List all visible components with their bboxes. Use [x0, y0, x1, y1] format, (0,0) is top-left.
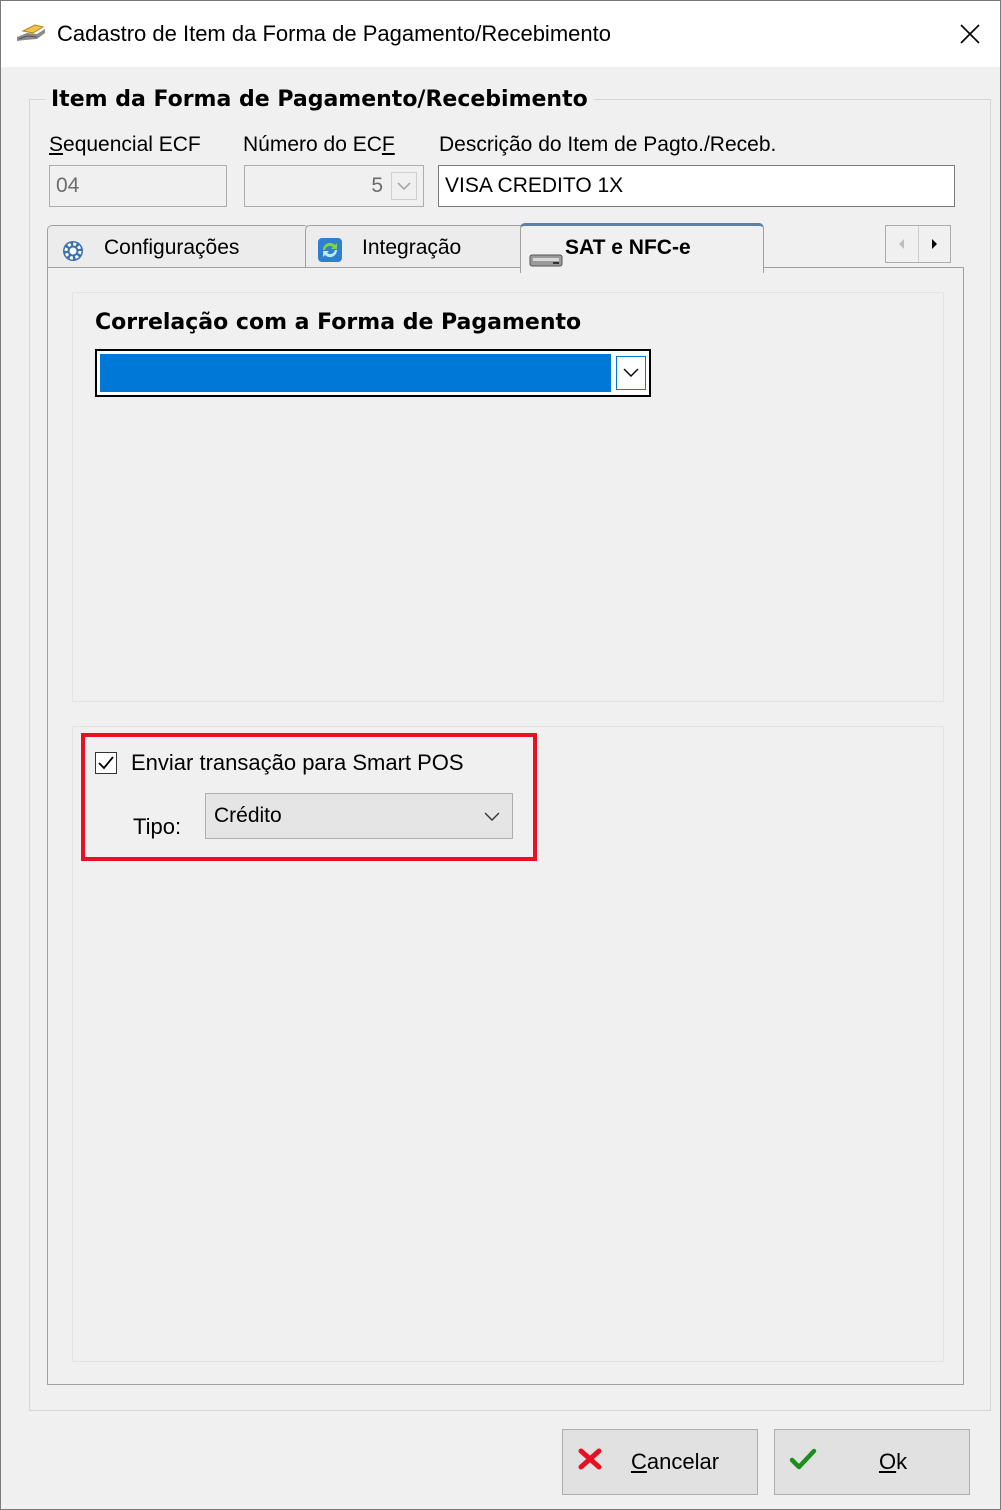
chevron-down-icon[interactable] [616, 356, 646, 390]
group-title: Item da Forma de Pagamento/Recebimento [45, 85, 594, 115]
dialog-window: Cadastro de Item da Forma de Pagamento/R… [0, 0, 1001, 1510]
scroll-right-button[interactable] [919, 226, 951, 262]
tipo-label: Tipo: [133, 814, 182, 839]
numero-ecf-value: 5 [371, 174, 383, 197]
window-title: Cadastro de Item da Forma de Pagamento/R… [57, 21, 611, 46]
numero-ecf-combo[interactable]: 5 [244, 165, 424, 207]
tab-label: Integração [362, 236, 462, 259]
descricao-label: Descrição do Item de Pagto./Receb. [439, 133, 777, 156]
arrow-left-icon [898, 239, 904, 249]
close-icon [960, 24, 980, 44]
cancel-label: Cancelar [631, 1449, 720, 1474]
selected-value-highlight [100, 354, 611, 392]
close-button[interactable] [940, 1, 1000, 67]
chevron-down-icon [484, 794, 500, 838]
check-icon [789, 1447, 817, 1477]
sequencial-label: Sequencial ECF [49, 133, 201, 156]
tab-configuracoes[interactable]: Configurações [47, 225, 309, 271]
ok-label: Ok [879, 1449, 908, 1474]
red-x-icon [577, 1447, 603, 1477]
tipo-value: Crédito [214, 804, 282, 827]
scroll-left-button[interactable] [886, 226, 919, 262]
correlacao-title: Correlação com a Forma de Pagamento [95, 310, 582, 335]
tab-label: Configurações [104, 236, 240, 259]
cancel-button[interactable]: Cancelar [562, 1429, 758, 1495]
printer-device-icon [529, 240, 563, 284]
tab-integracao[interactable]: Integração [305, 225, 527, 271]
smart-pos-label: Enviar transação para Smart POS [131, 750, 464, 775]
ok-button[interactable]: Ok [774, 1429, 970, 1495]
numero-ecf-label: Número do ECF [243, 133, 395, 156]
correlacao-dropdown[interactable] [95, 349, 651, 397]
tipo-select[interactable]: Crédito [205, 793, 513, 839]
payment-hand-icon [15, 21, 47, 45]
arrow-right-icon [932, 239, 938, 249]
tab-label: SAT e NFC-e [565, 236, 691, 259]
checkmark-icon [98, 756, 114, 770]
smart-pos-checkbox[interactable] [95, 752, 117, 774]
descricao-input[interactable]: VISA CREDITO 1X [438, 165, 955, 207]
tab-sat-nfce[interactable]: SAT e NFC-e [520, 223, 764, 273]
tab-scroll-buttons [885, 225, 951, 263]
sequencial-ecf-field[interactable]: 04 [49, 165, 227, 207]
title-bar: Cadastro de Item da Forma de Pagamento/R… [1, 1, 1000, 67]
chevron-down-icon[interactable] [391, 172, 417, 200]
